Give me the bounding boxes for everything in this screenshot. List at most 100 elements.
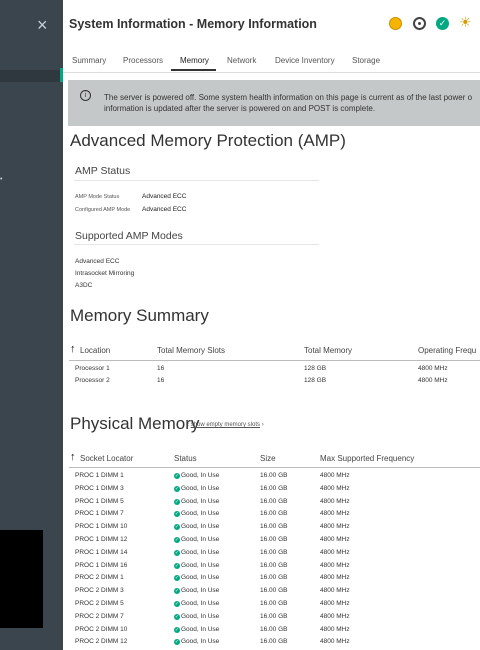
status-ok-icon: ✓ (174, 626, 180, 633)
status-text: Good, In Use (181, 638, 220, 646)
supported-mode: A3DC (75, 282, 93, 289)
column-header-total-memory[interactable]: Total Memory (304, 346, 352, 355)
status-text: Good, In Use (181, 574, 220, 582)
status-text: Good, In Use (181, 510, 220, 518)
sort-up-arrow-icon[interactable]: ↑ (70, 344, 76, 355)
nav-selected-item[interactable] (0, 70, 63, 82)
nav-dark-panel (0, 530, 43, 628)
main-content: System Information - Memory Information … (63, 0, 480, 650)
table-cell: PROC 1 DIMM 1 (75, 472, 124, 479)
table-cell: 16.00 GB (260, 638, 288, 646)
table-cell: 16.00 GB (260, 497, 288, 505)
supported-mode: Intrasocket Mirroring (75, 270, 135, 277)
status-ok-icon: ✓ (174, 549, 180, 556)
status-ok-icon: ✓ (174, 524, 180, 531)
table-cell: 128 GB (304, 365, 327, 372)
column-header-max-frequency[interactable]: Max Supported Frequency (320, 454, 414, 463)
status-ok-icon: ✓ (174, 601, 180, 607)
table-cell: 16.00 GB (260, 600, 288, 607)
table-cell: PROC 1 DIMM 3 (75, 484, 124, 492)
status-ok-icon: ✓ (174, 498, 180, 505)
status-cell: ✓ Good, In Use (174, 562, 219, 569)
status-text: Good, In Use (181, 625, 220, 633)
header: System Information - Memory Information … (63, 0, 480, 48)
table-cell: PROC 2 DIMM 3 (75, 587, 124, 595)
show-empty-slots-link[interactable]: ‹ show empty memory slots › (187, 422, 264, 428)
status-text: Good, In Use (181, 548, 220, 556)
column-header-size[interactable]: Size (260, 454, 276, 463)
tab-summary[interactable]: Summary (72, 56, 106, 65)
table-cell: 4800 MHz (320, 587, 350, 595)
table-cell: 4800 MHz (320, 625, 350, 633)
table-cell: 16 (157, 377, 165, 384)
table-cell: Processor 1 (75, 365, 110, 372)
table-cell: 4800 MHz (320, 484, 350, 492)
table-cell: PROC 2 DIMM 12 (75, 638, 128, 646)
table-cell: PROC 1 DIMM 16 (75, 561, 128, 569)
divider (74, 244, 319, 245)
status-cell: ✓ Good, In Use (174, 523, 219, 531)
status-ok-icon: ✓ (174, 575, 180, 582)
table-cell: 128 GB (304, 377, 327, 384)
status-cell: ✓ Good, In Use (174, 498, 219, 505)
tab-processors[interactable]: Processors (123, 56, 163, 65)
table-cell: 16.00 GB (260, 587, 288, 595)
status-cell: ✓ Good, In Use (174, 574, 220, 582)
table-cell: 16.00 GB (260, 510, 288, 518)
status-ok-icon: ✓ (174, 473, 180, 479)
close-icon[interactable]: × (37, 16, 48, 34)
page-title: System Information - Memory Information (69, 17, 317, 31)
tab-memory[interactable]: Memory (180, 56, 209, 65)
active-tab-underline (171, 69, 216, 71)
amp-mode-status-label: AMP Mode Status (75, 194, 120, 200)
table-cell: 4800 MHz (320, 561, 350, 569)
table-cell: 16.00 GB (260, 472, 288, 479)
column-header-socket-locator[interactable]: Socket Locator (80, 454, 133, 463)
table-cell: 4800 MHz (320, 497, 350, 505)
table-cell: 16.00 GB (260, 612, 288, 620)
target-icon[interactable] (413, 17, 426, 30)
table-cell: 4800 MHz (418, 365, 448, 372)
configured-amp-mode-label: Configured AMP Mode (75, 207, 131, 213)
status-ok-icon: ✓ (174, 485, 180, 492)
table-cell: PROC 2 DIMM 1 (75, 574, 124, 582)
table-cell: 16.00 GB (260, 625, 288, 633)
power-icon[interactable] (389, 17, 402, 30)
status-text: Good, In Use (181, 587, 220, 595)
table-cell: 4800 MHz (320, 472, 350, 479)
status-text: Good, In Use (181, 600, 220, 607)
table-cell: 16.00 GB (260, 574, 288, 582)
status-text: Good, In Use (181, 472, 220, 479)
column-header-total-memory-slots[interactable]: Total Memory Slots (157, 346, 225, 355)
column-header-operating-frequency[interactable]: Operating Frequ (418, 346, 476, 355)
table-cell: 4800 MHz (320, 536, 350, 543)
table-cell: 4800 MHz (320, 548, 350, 556)
status-cell: ✓ Good, In Use (174, 472, 219, 479)
sun-icon[interactable]: ☀ (459, 15, 472, 29)
status-cell: ✓ Good, In Use (174, 510, 220, 518)
table-header-rule (69, 360, 480, 361)
physical-memory-title: Physical Memory (70, 414, 200, 433)
table-cell: PROC 1 DIMM 5 (75, 497, 124, 505)
supported-amp-modes-title: Supported AMP Modes (75, 230, 183, 242)
status-text: Good, In Use (181, 612, 220, 620)
ok-check-icon[interactable]: ✓ (436, 17, 449, 30)
tab-network[interactable]: Network (227, 56, 256, 65)
status-cell: ✓ Good, In Use (174, 485, 219, 492)
status-text: Good, In Use (181, 497, 220, 505)
column-header-location[interactable]: Location (80, 346, 110, 355)
table-cell: PROC 2 DIMM 7 (75, 612, 124, 620)
amp-status-title: AMP Status (75, 165, 131, 177)
tab-device-inventory[interactable]: Device Inventory (275, 56, 335, 65)
table-cell: 4800 MHz (320, 574, 350, 582)
status-ok-icon: ✓ (174, 588, 180, 595)
table-cell: PROC 1 DIMM 12 (75, 536, 128, 543)
tab-storage[interactable]: Storage (352, 56, 380, 65)
status-ok-icon: ✓ (174, 511, 180, 518)
table-cell: 4800 MHz (320, 638, 350, 646)
status-ok-icon: ✓ (174, 613, 180, 620)
table-cell: PROC 1 DIMM 14 (75, 548, 128, 556)
status-cell: ✓ Good, In Use (174, 626, 219, 633)
column-header-status[interactable]: Status (174, 454, 197, 463)
sort-up-arrow-icon[interactable]: ↑ (70, 452, 76, 463)
